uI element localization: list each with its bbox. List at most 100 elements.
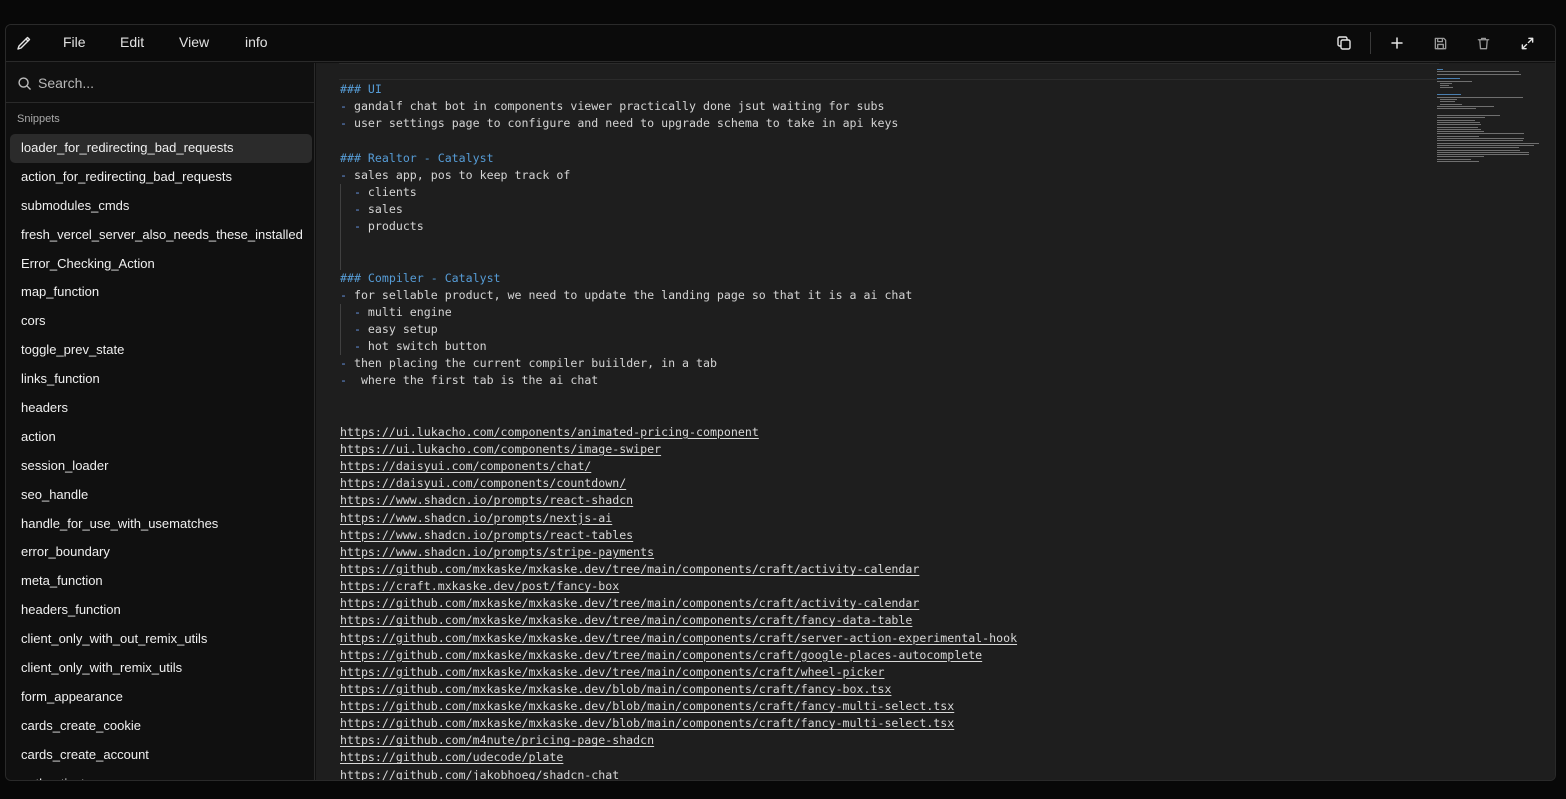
minimap-line (1440, 82, 1452, 84)
editor-line: https://www.shadcn.io/prompts/react-shad… (340, 492, 1430, 509)
save-button[interactable] (1430, 33, 1450, 53)
minimap-line (1437, 108, 1476, 110)
snippet-item[interactable]: session_loader (10, 452, 312, 481)
url-link[interactable]: https://github.com/mxkaske/mxkaske.dev/t… (340, 665, 884, 679)
list-marker: - (340, 339, 368, 354)
url-link[interactable]: https://github.com/jakobhoeg/shadcn-chat (340, 768, 619, 780)
editor-line: https://www.shadcn.io/prompts/stripe-pay… (340, 544, 1430, 561)
code-editor[interactable]: ### UI - gandalf chat bot in components v… (316, 63, 1555, 780)
snippet-item[interactable]: cards_create_cookie (10, 712, 312, 741)
fullscreen-button[interactable] (1517, 33, 1537, 53)
url-link[interactable]: https://daisyui.com/components/countdown… (340, 476, 626, 490)
url-link[interactable]: https://github.com/udecode/plate (340, 750, 563, 764)
snippet-item[interactable]: action_for_redirecting_bad_requests (10, 163, 312, 192)
snippet-item[interactable]: client_only_with_remix_utils (10, 654, 312, 683)
snippet-item[interactable]: action (10, 423, 312, 452)
minimap-line (1437, 140, 1524, 142)
menu-info[interactable]: info (245, 25, 268, 62)
editor-line: https://github.com/m4nute/pricing-page-s… (340, 732, 1430, 749)
menu-file[interactable]: File (63, 25, 86, 62)
url-link[interactable]: https://github.com/m4nute/pricing-page-s… (340, 733, 654, 747)
search-input[interactable] (38, 71, 298, 95)
editor-line: - for sellable product, we need to updat… (340, 287, 1430, 304)
snippet-list: loader_for_redirecting_bad_requests actio… (10, 134, 312, 780)
url-link[interactable]: https://www.shadcn.io/prompts/nextjs-ai (340, 511, 612, 525)
url-link[interactable]: https://github.com/mxkaske/mxkaske.dev/t… (340, 596, 919, 610)
list-text: where the first tab is the ai chat (360, 373, 599, 388)
snippet-item[interactable]: seo_handle (10, 481, 312, 510)
snippet-item[interactable]: cards_create_account (10, 741, 312, 770)
snippet-item[interactable]: error_boundary (10, 538, 312, 567)
minimap[interactable] (1427, 63, 1555, 780)
snippet-item[interactable]: client_only_with_out_remix_utils (10, 625, 312, 654)
list-marker: - (340, 201, 368, 216)
minimap-line (1437, 151, 1530, 153)
list-marker: - (340, 116, 354, 131)
editor-line: - gandalf chat bot in components viewer … (340, 98, 1430, 115)
editor-line: - easy setup (340, 320, 1430, 339)
url-link[interactable]: https://github.com/mxkaske/mxkaske.dev/t… (340, 562, 919, 576)
editor-line: https://github.com/mxkaske/mxkaske.dev/t… (340, 664, 1430, 681)
url-link[interactable]: https://www.shadcn.io/prompts/react-tabl… (340, 528, 633, 542)
plus-icon (1391, 37, 1403, 49)
minimap-line (1437, 133, 1525, 135)
minimap-line (1437, 71, 1519, 73)
snippet-item[interactable]: handle_for_use_with_usematches (10, 510, 312, 539)
url-link[interactable]: https://daisyui.com/components/chat/ (340, 459, 591, 473)
menu-view[interactable]: View (179, 25, 209, 62)
snippet-item[interactable]: submodules_cmds (10, 192, 312, 221)
url-link[interactable]: https://github.com/mxkaske/mxkaske.dev/t… (340, 613, 912, 627)
list-text: products (367, 219, 424, 234)
editor-line: ### UI (340, 81, 1430, 98)
indent-guide (340, 200, 341, 219)
url-link[interactable]: https://craft.mxkaske.dev/post/fancy-box (340, 579, 619, 593)
url-link[interactable]: https://github.com/mxkaske/mxkaske.dev/b… (340, 699, 954, 713)
snippet-item[interactable]: headers_function (10, 596, 312, 625)
search-icon (18, 77, 31, 90)
snippet-item[interactable]: cors (10, 307, 312, 336)
app-window: File Edit View info Search... Snippets l… (5, 24, 1556, 781)
delete-button[interactable] (1473, 33, 1493, 53)
new-snippet-button[interactable] (1387, 33, 1407, 53)
snippet-item[interactable]: toggle_prev_state (10, 336, 312, 365)
indent-guide (340, 252, 341, 270)
url-link[interactable]: https://ui.lukacho.com/components/image-… (340, 442, 661, 456)
url-link[interactable]: https://github.com/mxkaske/mxkaske.dev/b… (340, 716, 954, 730)
list-text: multi engine (367, 304, 452, 319)
url-link[interactable]: https://www.shadcn.io/prompts/stripe-pay… (340, 545, 654, 559)
editor-content[interactable]: ### UI - gandalf chat bot in components v… (340, 81, 1430, 780)
url-link[interactable]: https://github.com/mxkaske/mxkaske.dev/b… (340, 682, 891, 696)
snippet-item[interactable]: fresh_vercel_server_also_needs_these_ins… (10, 221, 312, 250)
editor-line: https://github.com/udecode/plate (340, 749, 1430, 766)
list-marker: - (340, 373, 361, 388)
snippet-item[interactable]: loader_for_redirecting_bad_requests (10, 134, 312, 163)
editor-line: ### Realtor - Catalyst (340, 150, 1430, 167)
snippet-item[interactable]: authenticator (10, 770, 312, 780)
snippet-item[interactable]: form_appearance (10, 683, 312, 712)
snippet-item[interactable]: headers (10, 394, 312, 423)
url-link[interactable]: https://github.com/mxkaske/mxkaske.dev/t… (340, 631, 1017, 645)
copy-icon (1337, 36, 1351, 50)
menu-edit[interactable]: Edit (120, 25, 144, 62)
list-marker: - (340, 287, 354, 302)
editor-line: https://github.com/mxkaske/mxkaske.dev/b… (340, 681, 1430, 698)
url-link[interactable]: https://github.com/mxkaske/mxkaske.dev/t… (340, 648, 982, 662)
minimap-line (1440, 85, 1450, 87)
editor-line: - multi engine (340, 303, 1430, 321)
pencil-icon[interactable] (16, 35, 32, 51)
url-link[interactable]: https://ui.lukacho.com/components/animat… (340, 425, 759, 439)
editor-line: https://daisyui.com/components/chat/ (340, 458, 1430, 475)
url-link[interactable]: https://www.shadcn.io/prompts/react-shad… (340, 493, 633, 507)
list-marker: - (340, 99, 354, 114)
snippet-item[interactable]: map_function (10, 278, 312, 307)
snippet-item[interactable]: links_function (10, 365, 312, 394)
indent-guide (340, 183, 341, 201)
editor-line: https://www.shadcn.io/prompts/react-tabl… (340, 527, 1430, 544)
sidebar: Snippets loader_for_redirecting_bad_requ… (6, 63, 315, 780)
snippet-item[interactable]: meta_function (10, 567, 312, 596)
copy-button[interactable] (1334, 33, 1354, 53)
list-text: sales (367, 201, 403, 216)
snippet-item[interactable]: Error_Checking_Action (10, 250, 312, 279)
list-text: hot switch button (367, 339, 487, 354)
